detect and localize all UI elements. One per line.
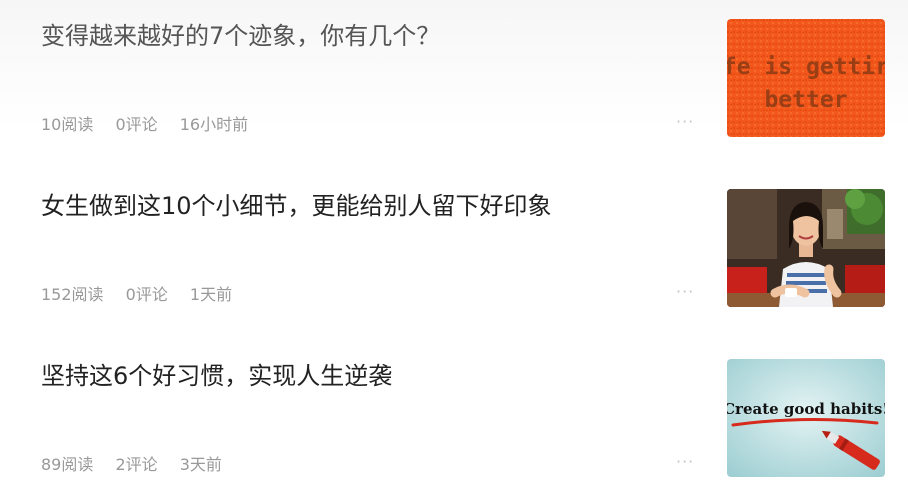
article-feed: 变得越来越好的7个迹象，你有几个？ 10阅读 0评论 16小时前 ··· fe …	[0, 0, 908, 501]
article-title[interactable]: 女生做到这10个小细节，更能给别人留下好印象	[41, 188, 691, 224]
read-count: 89阅读	[41, 455, 94, 474]
article-title[interactable]: 变得越来越好的7个迹象，你有几个？	[41, 18, 691, 54]
article-meta: 89阅读 2评论 3天前	[41, 454, 239, 476]
article-meta: 152阅读 0评论 1天前	[41, 284, 249, 306]
read-count: 152阅读	[41, 285, 104, 304]
article-item[interactable]: 女生做到这10个小细节，更能给别人留下好印象 152阅读 0评论 1天前 ···	[0, 170, 908, 340]
more-options-icon[interactable]: ···	[676, 282, 694, 302]
publish-time: 3天前	[179, 455, 222, 474]
thumbnail-text: Create good habits!	[727, 400, 885, 418]
read-count: 10阅读	[41, 115, 94, 134]
thumbnail-text-line2: better	[764, 87, 847, 113]
thumbnail-text-line1: fe is gettir	[727, 54, 885, 80]
article-meta: 10阅读 0评论 16小时前	[41, 114, 265, 136]
comment-count[interactable]: 2评论	[115, 455, 157, 474]
comment-count[interactable]: 0评论	[126, 285, 168, 304]
comment-count[interactable]: 0评论	[115, 115, 157, 134]
article-title[interactable]: 坚持这6个好习惯，实现人生逆袭	[41, 358, 691, 394]
publish-time: 16小时前	[179, 115, 249, 134]
article-item[interactable]: 变得越来越好的7个迹象，你有几个？ 10阅读 0评论 16小时前 ··· fe …	[0, 0, 908, 170]
publish-time: 1天前	[189, 285, 233, 304]
article-item[interactable]: 坚持这6个好习惯，实现人生逆袭 89阅读 2评论 3天前 ··· Create …	[0, 340, 908, 501]
more-options-icon[interactable]: ···	[676, 452, 694, 472]
article-thumbnail[interactable]: fe is gettir better	[727, 19, 885, 137]
more-options-icon[interactable]: ···	[676, 112, 694, 132]
article-thumbnail[interactable]: Create good habits!	[727, 359, 885, 477]
article-thumbnail[interactable]	[727, 189, 885, 307]
